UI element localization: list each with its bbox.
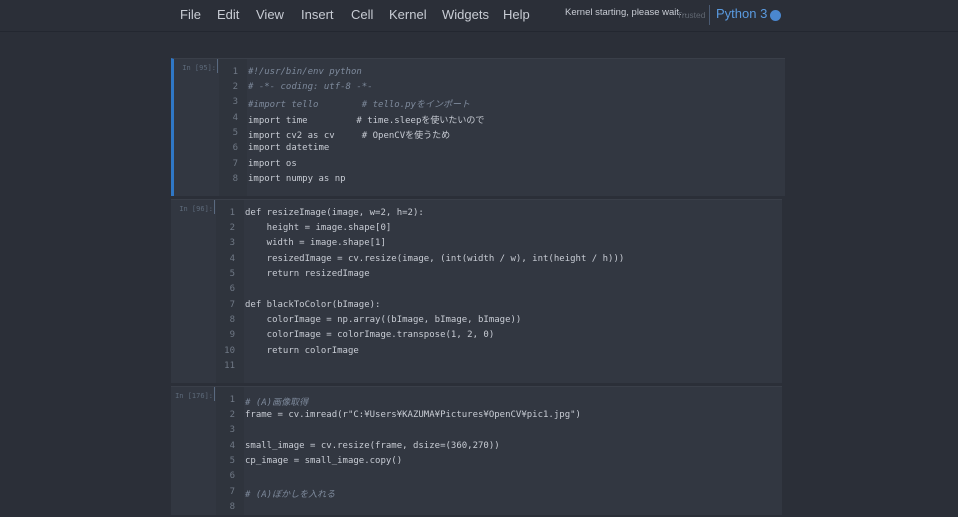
kernel-separator bbox=[709, 5, 710, 25]
gutter-marker bbox=[217, 59, 218, 73]
code-line[interactable]: # (A)ぼかしを入れる bbox=[245, 487, 335, 500]
code-line[interactable]: frame = cv.imread(r"C:¥Users¥KAZUMA¥Pict… bbox=[245, 410, 581, 420]
code-line[interactable]: cp_image = small_image.copy() bbox=[245, 456, 402, 466]
code-line[interactable]: return colorImage bbox=[245, 346, 359, 356]
menu-widgets[interactable]: Widgets bbox=[442, 7, 489, 22]
code-line[interactable]: import numpy as np bbox=[248, 174, 346, 184]
menu-kernel[interactable]: Kernel bbox=[389, 7, 427, 22]
gutter-marker bbox=[214, 387, 215, 401]
cell-prompt: In [95]: bbox=[182, 64, 216, 72]
cell-prompt: In [176]: bbox=[175, 392, 213, 400]
code-line[interactable]: colorImage = np.array((bImage, bImage, b… bbox=[245, 315, 522, 325]
code-cell-2[interactable]: In [96]: 1 def resizeImage(image, w=2, h=… bbox=[171, 199, 782, 383]
menu-bar: File Edit View Insert Cell Kernel Widget… bbox=[0, 0, 958, 32]
code-line[interactable]: resizedImage = cv.resize(image, (int(wid… bbox=[245, 254, 625, 264]
code-cell-3[interactable]: In [176]: 1 # (A)画像取得 2 frame = cv.imread(… bbox=[171, 386, 782, 515]
code-line[interactable]: height = image.shape[0] bbox=[245, 223, 392, 233]
code-line[interactable]: import os bbox=[248, 159, 297, 169]
code-line[interactable]: import datetime bbox=[248, 143, 329, 153]
code-line[interactable]: colorImage = colorImage.transpose(1, 2, … bbox=[245, 330, 495, 340]
code-line[interactable]: #!/usr/bin/env python bbox=[248, 67, 362, 77]
code-cell-1[interactable]: In [95]: 1 #!/usr/bin/env python 2 # -*- c… bbox=[171, 58, 785, 196]
kernel-busy-icon bbox=[770, 10, 781, 21]
menu-edit[interactable]: Edit bbox=[217, 7, 239, 22]
trusted-indicator[interactable]: Trusted bbox=[677, 10, 706, 20]
code-line[interactable]: # -*- coding: utf-8 -*- bbox=[248, 82, 373, 92]
menu-file[interactable]: File bbox=[180, 7, 201, 22]
menu-insert[interactable]: Insert bbox=[301, 7, 334, 22]
kernel-name[interactable]: Python 3 bbox=[716, 6, 767, 21]
code-line[interactable]: # (A)画像取得 bbox=[245, 395, 308, 408]
code-line[interactable]: import time # time.sleepを使いたいので bbox=[248, 113, 484, 126]
gutter-marker bbox=[214, 200, 215, 214]
code-line[interactable]: width = image.shape[1] bbox=[245, 238, 386, 248]
menu-help[interactable]: Help bbox=[503, 7, 530, 22]
code-line[interactable]: def resizeImage(image, w=2, h=2): bbox=[245, 208, 424, 218]
menu-view[interactable]: View bbox=[256, 7, 284, 22]
menu-cell[interactable]: Cell bbox=[351, 7, 373, 22]
code-line[interactable]: #import tello # tello.pyをインポート bbox=[248, 97, 470, 110]
code-line[interactable]: return resizedImage bbox=[245, 269, 370, 279]
cell-prompt: In [96]: bbox=[179, 205, 213, 213]
code-line[interactable]: def blackToColor(bImage): bbox=[245, 300, 380, 310]
kernel-status-text: Kernel starting, please wait... bbox=[565, 7, 687, 18]
code-line[interactable]: small_image = cv.resize(frame, dsize=(36… bbox=[245, 441, 500, 451]
code-line[interactable]: import cv2 as cv # OpenCVを使うため bbox=[248, 128, 450, 141]
